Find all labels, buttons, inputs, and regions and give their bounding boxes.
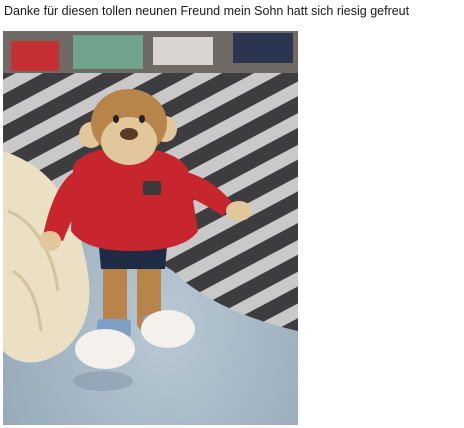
- monkey-nose: [120, 128, 138, 140]
- monkey-shoe-left: [75, 329, 135, 369]
- monkey-shoe-right: [141, 310, 195, 348]
- post-photo[interactable]: [3, 31, 298, 425]
- monkey-face: [101, 117, 157, 165]
- post-caption: Danke für diesen tollen neunen Freund me…: [4, 4, 410, 18]
